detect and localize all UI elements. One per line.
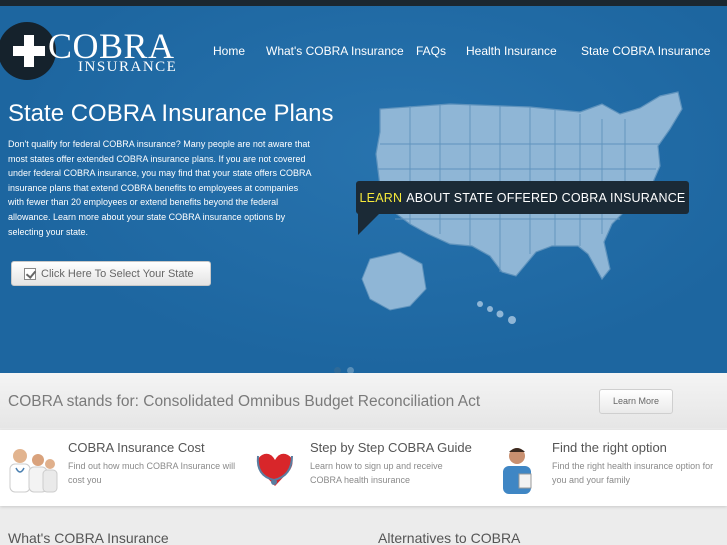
features-row: COBRA Insurance Cost Find out how much C… [0,430,727,506]
feature-guide-title: Step by Step COBRA Guide [310,440,472,455]
nav-state-cobra[interactable]: State COBRA Insurance [581,44,710,58]
doctors-icon [9,449,58,493]
slider-dots [334,361,356,373]
section-whats-cobra-title: What's COBRA Insurance [8,530,169,545]
hero-description: Don't qualify for federal COBRA insuranc… [8,139,311,237]
alaska-shape [361,251,427,311]
checkbox-icon [24,267,36,280]
feature-cost[interactable]: COBRA Insurance Cost Find out how much C… [0,430,240,506]
nav-whats-cobra[interactable]: What's COBRA Insurance [266,44,404,58]
banner-tail [358,213,380,235]
hawaii-shape [477,301,516,324]
cobra-definition: COBRA stands for: Consolidated Omnibus B… [8,393,481,410]
select-state-button[interactable]: Click Here To Select Your State [11,261,211,286]
feature-option-title: Find the right option [552,440,667,455]
feature-cost-desc: Find out how much COBRA Insurance will c… [68,461,236,485]
nav-faqs[interactable]: FAQs [416,44,446,58]
cross-logo-icon-vertical [24,35,34,67]
learn-state-banner[interactable]: LEARN ABOUT STATE OFFERED COBRA INSURANC… [356,181,689,214]
feature-option-desc: Find the right health insurance option f… [552,461,714,485]
cobra-stands-bar: COBRA stands for: Consolidated Omnibus B… [0,373,727,428]
hero-section: COBRA INSURANCE Home What's COBRA Insura… [0,6,727,373]
slider-dot-2[interactable] [347,367,355,373]
logo-subtitle: INSURANCE [78,59,178,75]
nav-home[interactable]: Home [213,44,245,58]
feature-guide-desc: Learn how to sign up and receive COBRA h… [310,461,443,485]
slider-dot-1[interactable] [334,367,341,373]
feature-cost-title: COBRA Insurance Cost [68,440,205,455]
banner-highlight: LEARN [359,190,403,205]
nav-health-insurance[interactable]: Health Insurance [466,44,557,58]
banner-text: ABOUT STATE OFFERED COBRA INSURANCE [406,190,686,205]
hero-title: State COBRA Insurance Plans [8,100,334,127]
nurse-icon [503,448,532,494]
feature-guide[interactable]: Step by Step COBRA Guide Learn how to si… [242,430,484,506]
learn-more-button[interactable]: Learn More [599,389,673,414]
feature-option[interactable]: Find the right option Find the right hea… [485,430,727,506]
section-alternatives-title: Alternatives to COBRA [378,530,521,545]
logo[interactable]: COBRA INSURANCE [0,16,185,86]
select-state-label: Click Here To Select Your State [41,267,194,280]
heart-stethoscope-icon [256,453,293,486]
